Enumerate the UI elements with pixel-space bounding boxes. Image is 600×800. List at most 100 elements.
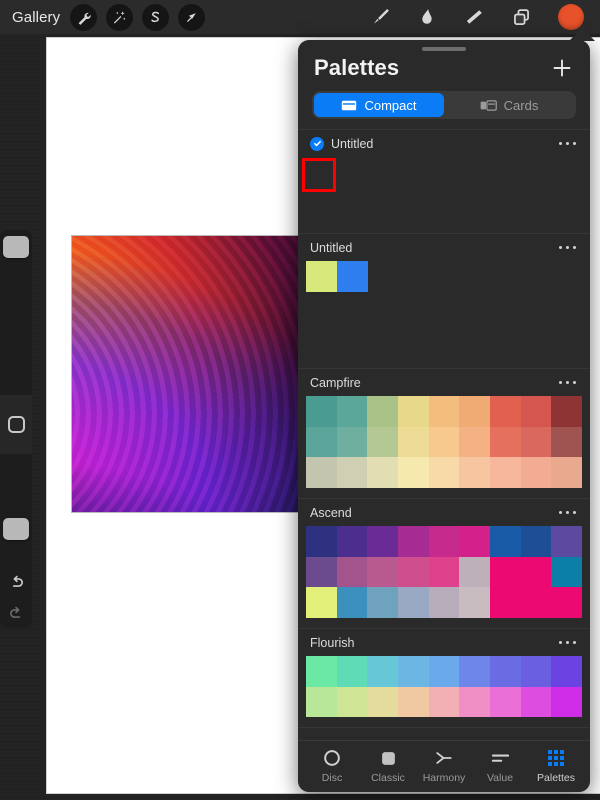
color-swatch[interactable] <box>398 587 429 619</box>
color-swatch[interactable] <box>459 426 491 458</box>
selection-button[interactable] <box>142 3 170 31</box>
color-swatch[interactable] <box>520 587 552 619</box>
color-swatch[interactable] <box>459 556 491 588</box>
color-swatch[interactable] <box>428 686 460 718</box>
color-swatch[interactable] <box>336 526 368 557</box>
palette-block[interactable]: Untitled <box>298 234 590 369</box>
color-swatch[interactable] <box>520 396 552 427</box>
color-swatch[interactable] <box>428 396 460 427</box>
color-swatch[interactable] <box>520 426 552 458</box>
color-swatch[interactable] <box>398 457 429 489</box>
palette-swatch-grid[interactable] <box>306 396 582 489</box>
view-mode-segmented-control[interactable]: Compact Cards <box>312 91 576 119</box>
actions-wrench-button[interactable] <box>70 3 98 31</box>
color-swatch[interactable] <box>551 686 582 718</box>
smudge-button[interactable] <box>417 6 437 28</box>
color-swatch[interactable] <box>459 656 491 687</box>
color-swatch[interactable] <box>459 587 491 619</box>
color-swatch[interactable] <box>306 526 337 557</box>
color-swatch[interactable] <box>490 396 521 427</box>
color-swatch[interactable] <box>336 656 368 687</box>
color-swatch[interactable] <box>306 426 337 458</box>
color-swatch[interactable] <box>490 686 521 718</box>
palette-options-button[interactable] <box>551 506 576 520</box>
add-palette-button[interactable] <box>550 56 574 80</box>
color-swatch[interactable] <box>551 587 582 619</box>
transform-button[interactable] <box>178 3 206 31</box>
color-swatch[interactable] <box>306 457 337 489</box>
color-swatch[interactable] <box>398 656 429 687</box>
modify-button[interactable] <box>0 394 32 455</box>
segment-compact[interactable]: Compact <box>314 93 444 117</box>
layers-button[interactable] <box>511 7 532 28</box>
color-swatch[interactable] <box>428 426 460 458</box>
palette-options-button[interactable] <box>551 137 576 151</box>
color-swatch[interactable] <box>428 656 460 687</box>
brush-size-handle[interactable] <box>3 236 29 258</box>
eraser-button[interactable] <box>463 6 485 28</box>
color-swatch[interactable] <box>428 526 460 557</box>
tab-harmony[interactable]: Harmony <box>417 749 471 784</box>
palette-swatch-grid[interactable] <box>306 157 582 223</box>
color-swatch[interactable] <box>306 261 337 292</box>
color-swatch[interactable] <box>398 396 429 427</box>
palette-block[interactable]: Ascend <box>298 499 590 630</box>
color-swatch[interactable] <box>428 457 460 489</box>
color-swatch[interactable] <box>520 526 552 557</box>
palette-swatch-grid[interactable] <box>306 261 582 292</box>
color-swatch[interactable] <box>367 686 399 718</box>
color-swatch[interactable] <box>490 656 521 687</box>
color-swatch[interactable] <box>398 556 429 588</box>
color-swatch[interactable] <box>306 656 337 687</box>
color-swatch[interactable] <box>367 556 399 588</box>
tab-classic[interactable]: Classic <box>361 749 415 784</box>
color-swatch[interactable] <box>367 656 399 687</box>
color-swatch[interactable] <box>367 457 399 489</box>
color-swatch[interactable] <box>398 526 429 557</box>
color-swatch[interactable] <box>551 396 582 427</box>
palette-block[interactable]: Untitled <box>298 130 590 234</box>
tab-value[interactable]: Value <box>473 749 527 784</box>
color-swatch[interactable] <box>428 556 460 588</box>
color-swatch[interactable] <box>551 656 582 687</box>
palette-options-button[interactable] <box>551 376 576 390</box>
color-swatch[interactable] <box>306 396 337 427</box>
color-swatch[interactable] <box>520 656 552 687</box>
color-swatch[interactable] <box>367 396 399 427</box>
opacity-slider[interactable] <box>0 454 32 574</box>
color-swatch[interactable] <box>490 457 521 489</box>
color-swatch[interactable] <box>337 261 368 292</box>
color-swatch[interactable] <box>490 426 521 458</box>
color-swatch[interactable] <box>367 526 399 557</box>
color-swatch[interactable] <box>551 426 582 458</box>
palette-block[interactable]: Flourish <box>298 629 590 729</box>
color-swatch[interactable] <box>459 396 491 427</box>
palette-block[interactable]: Campfire <box>298 369 590 500</box>
palette-options-button[interactable] <box>551 636 576 650</box>
color-swatch[interactable] <box>336 556 368 588</box>
color-swatch[interactable] <box>367 587 399 619</box>
opacity-handle[interactable] <box>3 518 29 541</box>
color-swatch[interactable] <box>459 686 491 718</box>
adjustments-button[interactable] <box>106 3 134 31</box>
color-swatch[interactable] <box>336 686 368 718</box>
palette-options-button[interactable] <box>551 241 576 255</box>
palettes-scroll-area[interactable]: Untitled Untitled Campfire Ascend Flouri… <box>298 129 590 740</box>
color-swatch[interactable] <box>336 457 368 489</box>
gallery-button[interactable]: Gallery <box>12 9 60 26</box>
color-swatch[interactable] <box>520 556 552 588</box>
color-swatch[interactable] <box>490 556 521 588</box>
color-swatch[interactable] <box>428 587 460 619</box>
color-swatch[interactable] <box>367 426 399 458</box>
color-swatch[interactable] <box>336 587 368 619</box>
current-color-button[interactable] <box>558 4 584 30</box>
color-swatch[interactable] <box>336 396 368 427</box>
brush-size-slider[interactable] <box>0 230 32 395</box>
tab-palettes[interactable]: Palettes <box>529 749 583 784</box>
color-swatch[interactable] <box>306 686 337 718</box>
brush-button[interactable] <box>369 6 391 28</box>
color-swatch[interactable] <box>551 457 582 489</box>
color-swatch[interactable] <box>490 526 521 557</box>
color-swatch[interactable] <box>551 556 582 588</box>
color-swatch[interactable] <box>459 457 491 489</box>
